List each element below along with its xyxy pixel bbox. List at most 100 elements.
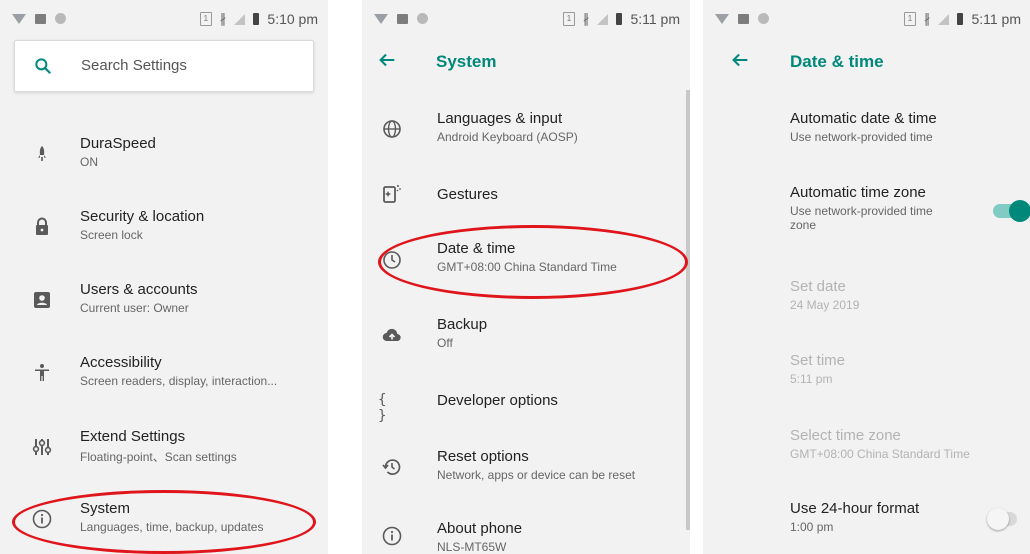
rocket-icon [38,146,46,161]
item-title: Security & location [80,208,205,225]
item-summary: Use network-provided time [790,204,933,218]
item-title: About phone [437,520,523,537]
battery-icon [957,13,964,25]
info-icon [32,509,52,529]
item-summary: Current user: Owner [80,301,189,315]
item-summary: Floating-point、Scan settings [80,450,237,464]
system-item-gestures[interactable]: Gestures [362,172,690,232]
tune-sliders-icon [32,439,52,455]
battery-icon [616,13,623,25]
page-title: Date & time [790,52,884,71]
item-title: Automatic time zone [790,184,926,201]
auto-zone-toggle[interactable] [993,200,1030,222]
scrollbar[interactable] [686,90,690,530]
item-summary: GMT+08:00 China Standard Time [437,260,617,274]
system-item-reset[interactable]: Reset options Network, apps or device ca… [362,438,690,498]
item-summary: Screen lock [80,228,143,242]
system-screen: 1 ∦ 5:11 pm System Languages & input And… [362,0,690,554]
history-icon [382,459,401,475]
app-bar: System [362,40,690,86]
item-title: Developer options [437,392,558,409]
item-title: Gestures [437,186,498,203]
accessibility-icon [35,364,49,381]
item-title: DuraSpeed [80,135,156,152]
system-item-backup[interactable]: Backup Off [362,306,690,366]
toggle-knob [987,508,1009,530]
bluetooth-icon: ∦ [219,11,227,26]
item-summary: NLS-MT65W [437,540,507,554]
24-hour-toggle[interactable] [987,508,1017,530]
item-summary: ON [80,155,98,169]
settings-item-users[interactable]: Users & accounts Current user: Owner [0,271,328,331]
item-title: Users & accounts [80,281,198,298]
item-title: Automatic date & time [790,110,937,127]
braces-icon: { } [378,392,387,424]
item-summary: GMT+08:00 China Standard Time [790,447,970,461]
item-summary: 5:11 pm [790,372,833,386]
system-item-languages[interactable]: Languages & input Android Keyboard (AOSP… [362,100,690,160]
image-icon [35,13,46,24]
lock-icon [36,217,48,235]
item-title: System [80,500,131,517]
status-time: 5:11 pm [630,11,680,27]
account-box-icon [34,292,50,308]
signal-icon [234,13,246,25]
datetime-item-auto-date[interactable]: Automatic date & time Use network-provid… [703,100,1030,160]
back-arrow-icon[interactable] [729,49,751,71]
clock-icon [383,251,401,269]
gesture-phone-icon [383,185,401,203]
status-bar: 1 ∦ 5:10 pm [0,0,328,40]
status-time: 5:10 pm [267,11,318,27]
bluetooth-icon: ∦ [582,11,590,26]
settings-item-accessibility[interactable]: Accessibility Screen readers, display, i… [0,344,328,404]
item-title: Backup [437,316,488,333]
datetime-item-time-zone: Select time zone GMT+08:00 China Standar… [703,417,1030,477]
item-title: Extend Settings [80,428,186,445]
app-bar: Date & time [703,40,1030,86]
back-arrow-icon[interactable] [376,49,398,71]
search-bar[interactable]: Search Settings [14,40,314,92]
item-title: Set date [790,278,846,295]
system-item-developer[interactable]: { } Developer options [362,378,690,438]
circle-icon [417,13,428,24]
wifi-icon [12,13,26,24]
settings-item-security[interactable]: Security & location Screen lock [0,198,328,258]
wifi-icon [374,13,388,24]
datetime-item-24-hour[interactable]: Use 24-hour format 1:00 pm [703,490,1030,550]
circle-icon [55,13,66,24]
settings-screen: 1 ∦ 5:10 pm Search Settings DuraSpeed ON [0,0,328,554]
battery-icon [253,13,260,25]
datetime-item-set-time: Set time 5:11 pm [703,342,1030,402]
settings-item-system[interactable]: System Languages, time, backup, updates [0,490,328,550]
system-item-date-time[interactable]: Date & time GMT+08:00 China Standard Tim… [362,230,690,290]
item-title: Languages & input [437,110,563,127]
datetime-item-auto-zone[interactable]: Automatic time zone Use network-provided… [703,174,1030,244]
item-summary: 1:00 pm [790,520,834,534]
item-title: Set time [790,352,846,369]
info-icon [382,526,402,546]
signal-icon [597,13,609,25]
item-summary: Network, apps or device can be reset [437,468,636,482]
item-summary: Android Keyboard (AOSP) [437,130,578,144]
settings-item-extend[interactable]: Extend Settings Floating-point、Scan sett… [0,418,328,478]
item-title: Reset options [437,448,529,465]
system-item-about[interactable]: About phone NLS-MT65W [362,510,690,554]
image-icon [738,13,749,24]
item-summary: Screen readers, display, interaction... [80,374,278,388]
toggle-knob [1009,200,1030,222]
status-bar: 1 ∦ 5:11 pm [362,0,690,40]
image-icon [397,13,408,24]
item-title: Select time zone [790,427,901,444]
datetime-item-set-date: Set date 24 May 2019 [703,268,1030,328]
circle-icon [758,13,769,24]
bluetooth-icon: ∦ [923,11,931,26]
item-summary: Use network-provided time [790,130,933,144]
item-title: Use 24-hour format [790,500,920,517]
item-title: Accessibility [80,354,162,371]
page-title: System [436,52,497,71]
settings-item-duraspeed[interactable]: DuraSpeed ON [0,125,328,185]
item-summary-continued: zone [790,218,817,232]
status-time: 5:11 pm [971,11,1021,27]
item-summary: 24 May 2019 [790,298,860,312]
search-placeholder: Search Settings [81,57,187,74]
